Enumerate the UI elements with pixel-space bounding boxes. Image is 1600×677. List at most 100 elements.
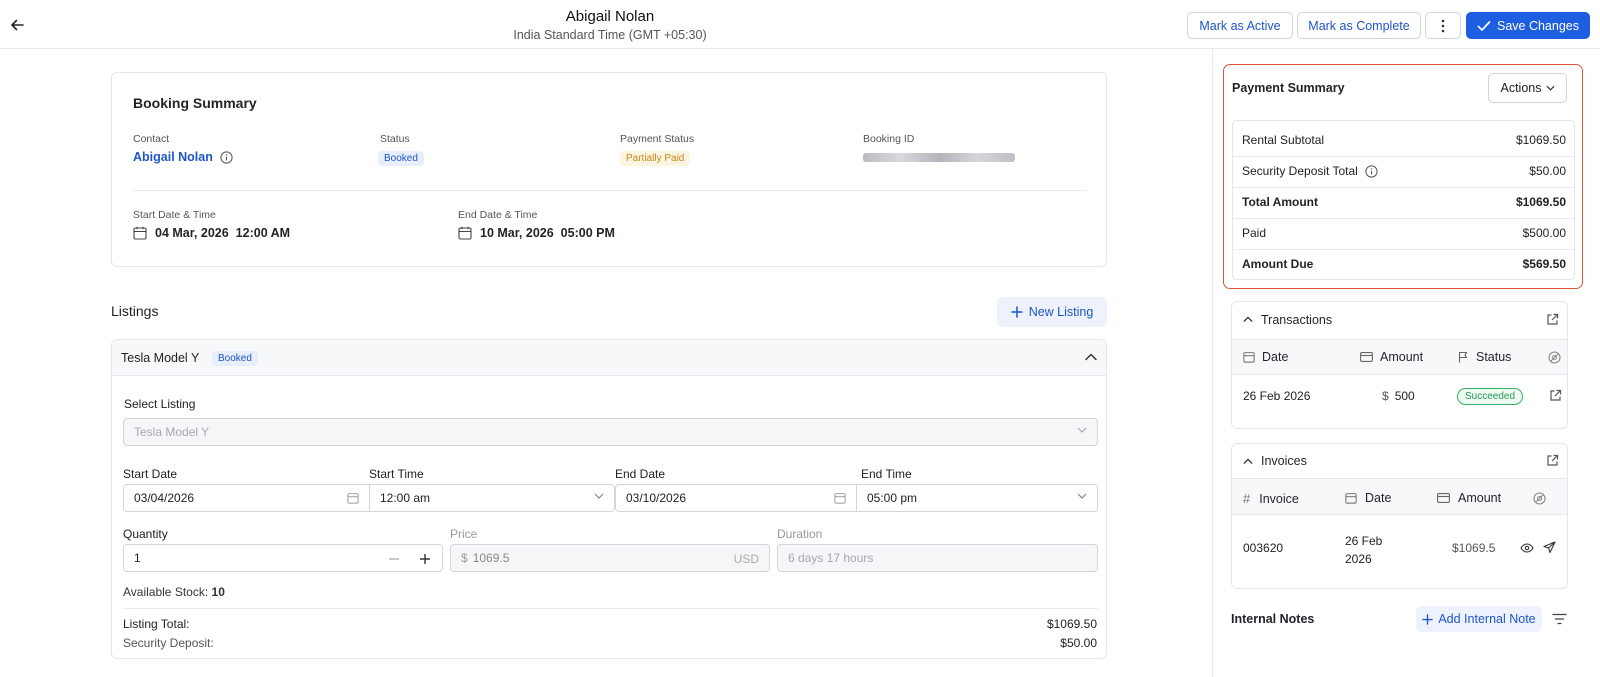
invoices-card: Invoices # Invoice Date Amount 003620 26…: [1231, 443, 1568, 589]
payment-summary-heading: Payment Summary: [1232, 81, 1345, 95]
start-time: 12:00 AM: [235, 226, 291, 240]
back-button[interactable]: [4, 12, 30, 38]
chevron-down-icon: [1077, 493, 1087, 499]
save-changes-button[interactable]: Save Changes: [1466, 12, 1590, 39]
col-invoice: # Invoice: [1243, 491, 1299, 506]
arrow-left-icon: [9, 17, 25, 33]
header-divider: [0, 48, 1600, 49]
mark-as-complete-button[interactable]: Mark as Complete: [1297, 12, 1421, 39]
payment-summary-panel: Payment Summary Actions Rental Subtotal …: [1223, 64, 1583, 289]
credit-card-icon: [1360, 352, 1373, 362]
calendar-icon: [347, 492, 359, 504]
invoices-heading: Invoices: [1261, 454, 1307, 468]
total-amount-label: Total Amount: [1242, 195, 1318, 209]
external-link-icon[interactable]: [1549, 389, 1562, 402]
internal-notes-heading: Internal Notes: [1231, 612, 1315, 626]
booking-id-label: Booking ID: [863, 133, 915, 145]
payment-summary-table: Rental Subtotal $1069.50 Security Deposi…: [1232, 120, 1575, 280]
quantity-label: Quantity: [123, 527, 168, 541]
save-changes-label: Save Changes: [1496, 18, 1579, 33]
more-vertical-icon: [1441, 19, 1445, 33]
send-icon[interactable]: [1543, 541, 1556, 554]
info-icon[interactable]: [220, 150, 233, 164]
plus-icon[interactable]: [419, 553, 431, 565]
eye-icon[interactable]: [1520, 543, 1534, 553]
timezone-label: India Standard Time (GMT +05:30): [513, 28, 707, 42]
listing-item-status-badge: Booked: [212, 351, 258, 366]
end-time-label: End Time: [861, 467, 912, 481]
info-icon[interactable]: [1365, 164, 1378, 178]
chevron-up-icon[interactable]: [1243, 458, 1253, 465]
columns-settings-icon[interactable]: [1533, 492, 1546, 505]
actions-dropdown[interactable]: Actions: [1488, 73, 1567, 103]
invoice-amount: $1069.5: [1452, 541, 1496, 555]
page-title: Abigail Nolan: [565, 8, 655, 25]
select-listing-dropdown[interactable]: Tesla Model Y: [123, 418, 1098, 446]
end-date-value: 03/10/2026: [626, 491, 687, 505]
amount-due-value: $569.50: [1522, 257, 1566, 271]
flag-icon: [1458, 351, 1469, 363]
end-time-select[interactable]: 05:00 pm: [856, 484, 1098, 512]
rental-subtotal-label: Rental Subtotal: [1242, 133, 1325, 147]
listing-item-card: Tesla Model Y Booked Select Listing Tesl…: [111, 339, 1107, 659]
chevron-up-icon[interactable]: [1085, 353, 1097, 361]
end-date-input[interactable]: 03/10/2026: [615, 484, 857, 512]
add-internal-note-label: Add Internal Note: [1438, 612, 1536, 626]
end-date-label: End Date: [615, 467, 666, 481]
available-stock-label: Available Stock:: [123, 585, 209, 599]
listing-total-value: $1069.50: [1046, 617, 1097, 631]
col-amount-label: Amount: [1380, 350, 1424, 364]
calendar-icon: [1243, 351, 1255, 363]
security-deposit-label: Security Deposit:: [123, 636, 214, 650]
available-stock: Available Stock: 10: [123, 585, 225, 599]
invoice-date-line2: 2026: [1345, 552, 1372, 566]
columns-settings-icon[interactable]: [1548, 351, 1561, 364]
security-deposit-total-cell: Security Deposit Total: [1242, 164, 1378, 178]
paid-label: Paid: [1242, 226, 1267, 240]
invoice-date: 26 Feb 2026: [1345, 532, 1382, 568]
start-date-input[interactable]: 03/04/2026: [123, 484, 370, 512]
booking-summary-heading: Booking Summary: [133, 95, 257, 111]
credit-card-icon: [1437, 493, 1450, 503]
more-options-button[interactable]: [1425, 12, 1461, 39]
new-listing-label: New Listing: [1028, 305, 1094, 319]
transaction-amount-symbol: $: [1382, 389, 1389, 403]
select-listing-value: Tesla Model Y: [134, 425, 210, 439]
end-datetime-label: End Date & Time: [458, 209, 538, 221]
start-datetime: 04 Mar, 2026 12:00 AM: [133, 226, 290, 240]
security-deposit-total-label: Security Deposit Total: [1242, 164, 1358, 178]
listing-item-header[interactable]: [112, 340, 1106, 376]
calendar-icon: [133, 226, 147, 240]
minus-icon[interactable]: [388, 553, 400, 565]
listing-total-divider: [123, 608, 1098, 609]
booking-divider: [133, 190, 1087, 191]
mark-as-active-button[interactable]: Mark as Active: [1187, 12, 1293, 39]
duration-value: 6 days 17 hours: [788, 551, 874, 565]
duration-label: Duration: [777, 527, 823, 541]
contact-label: Contact: [133, 133, 170, 145]
listings-heading: Listings: [111, 303, 159, 319]
external-link-icon[interactable]: [1546, 454, 1559, 467]
chevron-up-icon[interactable]: [1243, 316, 1253, 323]
contact-link[interactable]: Abigail Nolan: [133, 150, 213, 164]
row-divider: [1233, 218, 1574, 219]
dollar-sign: $: [461, 551, 468, 565]
new-listing-button[interactable]: New Listing: [997, 297, 1107, 327]
quantity-stepper[interactable]: 1: [123, 544, 443, 572]
contact-field: Abigail Nolan: [133, 150, 233, 164]
add-internal-note-button[interactable]: Add Internal Note: [1416, 606, 1542, 632]
start-date: 04 Mar, 2026: [155, 226, 229, 240]
check-icon: [1477, 20, 1491, 32]
paid-value: $500.00: [1522, 226, 1566, 240]
start-time-select[interactable]: 12:00 am: [369, 484, 615, 512]
external-link-icon[interactable]: [1546, 313, 1559, 326]
transaction-amount: $500: [1382, 389, 1415, 403]
col-date: Date: [1243, 350, 1288, 364]
filter-icon[interactable]: [1552, 613, 1567, 625]
col-amount: Amount: [1437, 491, 1501, 505]
plus-icon: [1422, 613, 1434, 625]
booking-summary-card: Booking Summary Contact Abigail Nolan St…: [111, 72, 1107, 267]
chevron-down-icon: [1545, 85, 1555, 91]
duration-input: 6 days 17 hours: [777, 544, 1098, 572]
available-stock-value: 10: [211, 585, 225, 599]
